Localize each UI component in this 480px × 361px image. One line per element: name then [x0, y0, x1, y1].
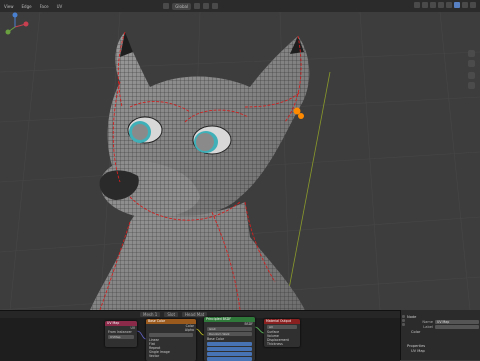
transform-controls: Global	[163, 2, 219, 10]
label-field[interactable]	[435, 324, 479, 329]
node-tex-vector-input: Vector	[149, 354, 160, 358]
node-output-title: Material Output	[264, 319, 300, 324]
orientation-icon[interactable]	[163, 3, 170, 9]
node-uv-map[interactable]: UV Map UV From Instancer UVMap	[105, 321, 137, 347]
material-shading-icon[interactable]	[462, 2, 468, 8]
3d-viewport[interactable]	[0, 12, 480, 310]
shading-controls	[414, 2, 476, 8]
uv-map-label: UV Map	[411, 348, 425, 353]
node-bsdf-output: BSDF	[244, 322, 253, 326]
node-bsdf-metallic[interactable]	[207, 347, 252, 351]
properties-panel: Properties UV Map	[407, 343, 479, 353]
sidebar-tabs	[401, 314, 405, 327]
pan-icon[interactable]	[468, 60, 475, 67]
color-toggle[interactable]: Color	[407, 330, 420, 334]
node-tex-image-field[interactable]	[149, 333, 193, 337]
node-uv-map-field[interactable]: UVMap	[108, 335, 134, 339]
overlay-icon[interactable]	[430, 2, 436, 8]
node-bsdf-roughness[interactable]	[207, 357, 252, 361]
shader-node-editor[interactable]: Mesh 1 Slot Head Mat UV Map UV From Inst…	[0, 310, 400, 361]
node-bsdf-subsurface[interactable]	[207, 342, 252, 346]
grid-icon[interactable]	[468, 82, 475, 89]
navigation-gizmo[interactable]	[0, 12, 30, 42]
node-bsdf-subsurface-method[interactable]: Random Walk	[207, 332, 252, 336]
node-image-texture[interactable]: Base Color Color Alpha Linear Flat Repea…	[146, 319, 196, 361]
orientation-dropdown[interactable]: Global	[172, 2, 192, 10]
gizmo-toggle-icon[interactable]	[422, 2, 428, 8]
eye-right	[192, 125, 232, 155]
tab-node[interactable]	[402, 315, 405, 318]
tab-tool[interactable]	[402, 319, 405, 322]
menu-face[interactable]: Face	[39, 4, 50, 9]
color-row[interactable]: Color	[407, 329, 479, 334]
menu-uv[interactable]: UV	[56, 4, 64, 9]
node-bsdf-distribution[interactable]: GGX	[207, 327, 252, 331]
label-label: Label	[423, 324, 433, 329]
zoom-icon[interactable]	[468, 50, 475, 57]
character-mesh[interactable]	[90, 31, 310, 310]
node-panel: Node Name UV Map Label Color	[407, 314, 479, 334]
node-links	[136, 326, 265, 340]
name-field[interactable]: UV Map	[435, 319, 479, 324]
node-output-thickness: Thickness	[267, 342, 283, 346]
label-row: Label	[407, 324, 479, 329]
name-label: Name	[422, 319, 433, 324]
camera-icon[interactable]	[468, 72, 475, 79]
menu-view[interactable]: View	[3, 4, 15, 9]
node-panel-title: Node	[407, 314, 417, 319]
node-tex-alpha-output: Alpha	[184, 328, 194, 332]
node-output-target[interactable]: All	[267, 325, 297, 329]
node-sidebar: Node Name UV Map Label Color Properties …	[400, 310, 480, 360]
viewport-canvas	[0, 12, 480, 310]
wireframe-shading-icon[interactable]	[446, 2, 452, 8]
pivot-icon[interactable]	[194, 3, 201, 9]
viewport-menu: View Edge Face UV	[3, 4, 63, 9]
snap-icon[interactable]	[203, 3, 210, 9]
node-material-output[interactable]: Material Output All Surface Volume Displ…	[264, 319, 300, 347]
name-row: Name UV Map	[407, 319, 479, 324]
properties-panel-title: Properties	[407, 343, 426, 348]
proportional-icon[interactable]	[212, 3, 219, 9]
node-uv-from-instancer: From Instancer	[108, 330, 132, 334]
eye-left	[127, 116, 163, 144]
solid-shading-icon[interactable]	[454, 2, 460, 8]
visibility-icon[interactable]	[414, 2, 420, 8]
tab-view[interactable]	[402, 323, 405, 326]
menu-edge[interactable]: Edge	[21, 4, 33, 9]
uv-map-row[interactable]: UV Map	[407, 348, 479, 353]
node-bsdf-base-color[interactable]: Base Color	[204, 337, 255, 341]
node-principled-bsdf[interactable]: Principled BSDF BSDF GGX Random Walk Bas…	[204, 317, 255, 361]
xray-icon[interactable]	[438, 2, 444, 8]
rendered-shading-icon[interactable]	[470, 2, 476, 8]
node-bsdf-specular[interactable]	[207, 352, 252, 356]
